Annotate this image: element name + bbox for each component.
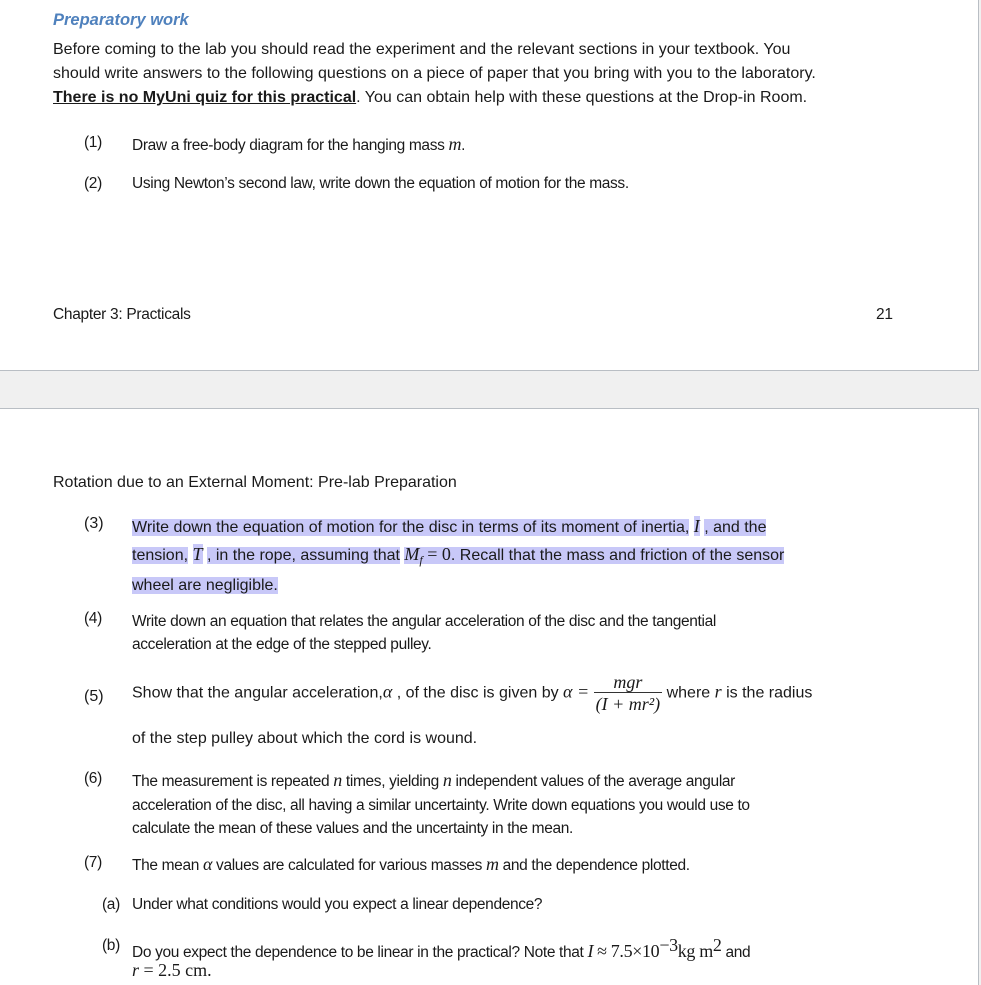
question-6: The measurement is repeated n times, yie… xyxy=(132,770,750,837)
section-heading-preparatory-work: Preparatory work xyxy=(53,11,189,29)
item-number: (4) xyxy=(84,610,102,627)
intro-line-1: Before coming to the lab you should read… xyxy=(53,41,791,58)
alpha-formula-fraction: mgr (I + mr²) xyxy=(593,672,663,714)
question-7a: Under what conditions would you expect a… xyxy=(132,896,543,913)
list-item-2: Using Newton’s second law, write down th… xyxy=(132,175,629,192)
intro-line-3: There is no MyUni quiz for this practica… xyxy=(53,86,807,110)
no-quiz-notice: There is no MyUni quiz for this practica… xyxy=(53,89,357,106)
sub-item-label-b: (b) xyxy=(102,937,120,954)
item-number: (6) xyxy=(84,770,102,787)
item-number: (1) xyxy=(84,134,102,151)
question-7b: Do you expect the dependence to be linea… xyxy=(132,935,751,962)
math-m: m xyxy=(448,134,462,154)
list-item-1: Draw a free-body diagram for the hanging… xyxy=(132,134,466,154)
question-3-selected: Write down the equation of motion for th… xyxy=(132,516,785,595)
item-number: (5) xyxy=(84,688,104,705)
document-page-21: Preparatory work Before coming to the la… xyxy=(0,0,979,371)
question-7: The mean α values are calculated for var… xyxy=(132,854,690,874)
document-page-22: Rotation due to an External Moment: Pre-… xyxy=(0,408,979,985)
sub-item-label-a: (a) xyxy=(102,896,120,913)
question-5-line-2: of the step pulley about which the cord … xyxy=(132,730,478,747)
question-5: Show that the angular acceleration,α , o… xyxy=(132,672,813,714)
intro-line-2: should write answers to the following qu… xyxy=(53,65,816,82)
section-title: Rotation due to an External Moment: Pre-… xyxy=(53,474,457,491)
intro-line-3-rest: . You can obtain help with these questio… xyxy=(356,89,808,106)
footer-chapter: Chapter 3: Practicals xyxy=(53,306,191,323)
item-number: (2) xyxy=(84,175,102,192)
question-4: Write down an equation that relates the … xyxy=(132,613,716,653)
page-number: 21 xyxy=(876,306,893,323)
question-7b-line-2: r = 2.5 cm. xyxy=(132,960,212,980)
item-number: (7) xyxy=(84,854,102,871)
item-number: (3) xyxy=(84,515,104,532)
